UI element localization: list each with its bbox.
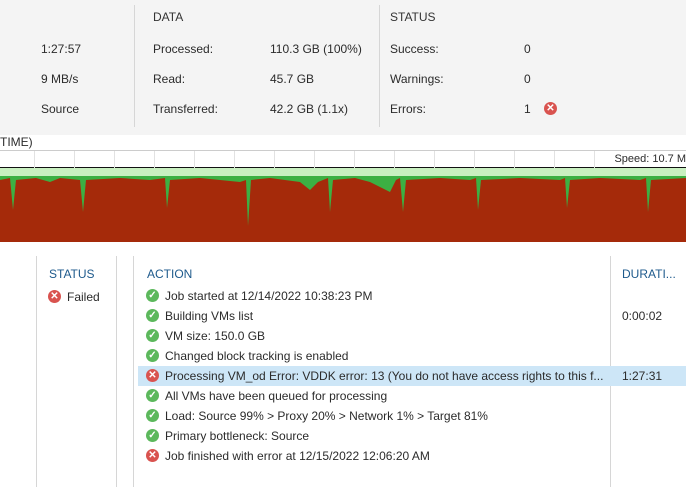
processed-label: Processed:: [153, 42, 214, 56]
read-value: 45.7 GB: [270, 72, 315, 86]
error-icon: ✕: [146, 369, 159, 382]
action-text: All VMs have been queued for processing: [165, 389, 388, 403]
data-header: DATA: [153, 10, 184, 24]
log-row[interactable]: ✕ Processing VM_od Error: VDDK error: 13 …: [138, 366, 686, 386]
chart-band: [0, 168, 686, 176]
speed-area-chart: [0, 168, 686, 242]
action-text: Changed block tracking is enabled: [165, 349, 349, 363]
rate-value: 9 MB/s: [41, 72, 79, 86]
success-value: 0: [524, 42, 531, 56]
action-text: Building VMs list: [165, 309, 254, 323]
action-text: Job finished with error at 12/15/2022 12…: [165, 449, 430, 463]
transferred-label: Transferred:: [153, 102, 218, 116]
status-column-header[interactable]: STATUS: [49, 267, 95, 281]
read-area: [0, 178, 686, 242]
status-header: STATUS: [390, 10, 436, 24]
column-divider: [36, 256, 37, 487]
warnings-value: 0: [524, 72, 531, 86]
duration-column-header[interactable]: DURATI...: [622, 267, 676, 281]
log-row[interactable]: ✓ Changed block tracking is enabled: [138, 346, 686, 366]
errors-value: 1: [524, 102, 531, 116]
log-row[interactable]: ✓ All VMs have been queued for processing: [138, 386, 686, 406]
processed-value: 110.3 GB (100%): [270, 42, 362, 56]
chart-grid: Speed: 10.7 M: [0, 150, 686, 168]
error-icon: ✕: [544, 102, 557, 115]
action-text: Load: Source 99% > Proxy 20% > Network 1…: [165, 409, 488, 423]
success-icon: ✓: [146, 429, 159, 442]
log-row[interactable]: ✓ Building VMs list 0:00:02: [138, 306, 686, 326]
log-row[interactable]: ✓ Load: Source 99% > Proxy 20% > Network …: [138, 406, 686, 426]
log-row[interactable]: ✓ VM size: 150.0 GB: [138, 326, 686, 346]
warnings-label: Warnings:: [390, 72, 444, 86]
action-text: Processing VM_od Error: VDDK error: 13 (…: [165, 369, 604, 383]
duration-text: 1:27:31: [622, 369, 663, 383]
divider: [134, 5, 135, 127]
action-text: Primary bottleneck: Source: [165, 429, 310, 443]
chart-title: TIME): [0, 135, 33, 149]
speed-chart: TIME) Speed: 10.7 M: [0, 135, 686, 247]
duration-value: 1:27:57: [41, 42, 82, 56]
action-column-header[interactable]: ACTION: [147, 267, 192, 281]
duration-text: 0:00:02: [622, 309, 663, 323]
status-value: Failed: [67, 290, 100, 304]
bottleneck-value: Source: [41, 102, 80, 116]
column-divider: [133, 256, 134, 487]
summary-panel: 1:27:57 9 MB/s Source DATA Processed: 11…: [0, 0, 686, 135]
log-row[interactable]: ✕ Job finished with error at 12/15/2022 1…: [138, 446, 686, 466]
log-row[interactable]: ✓ Job started at 12/14/2022 10:38:23 PM: [138, 286, 686, 306]
success-icon: ✓: [146, 409, 159, 422]
transferred-value: 42.2 GB (1.1x): [270, 102, 349, 116]
success-icon: ✓: [146, 289, 159, 302]
column-divider: [116, 256, 117, 487]
log-row[interactable]: ✓ Primary bottleneck: Source: [138, 426, 686, 446]
success-label: Success:: [390, 42, 439, 56]
action-text: Job started at 12/14/2022 10:38:23 PM: [165, 289, 373, 303]
errors-label: Errors:: [390, 102, 426, 116]
success-icon: ✓: [146, 309, 159, 322]
success-icon: ✓: [146, 329, 159, 342]
success-icon: ✓: [146, 349, 159, 362]
action-text: VM size: 150.0 GB: [165, 329, 266, 343]
success-icon: ✓: [146, 389, 159, 402]
read-label: Read:: [153, 72, 186, 86]
error-icon: ✕: [146, 449, 159, 462]
divider: [379, 5, 380, 127]
failed-icon: ✕: [48, 290, 61, 303]
speed-label: Speed: 10.7 M: [614, 153, 686, 165]
